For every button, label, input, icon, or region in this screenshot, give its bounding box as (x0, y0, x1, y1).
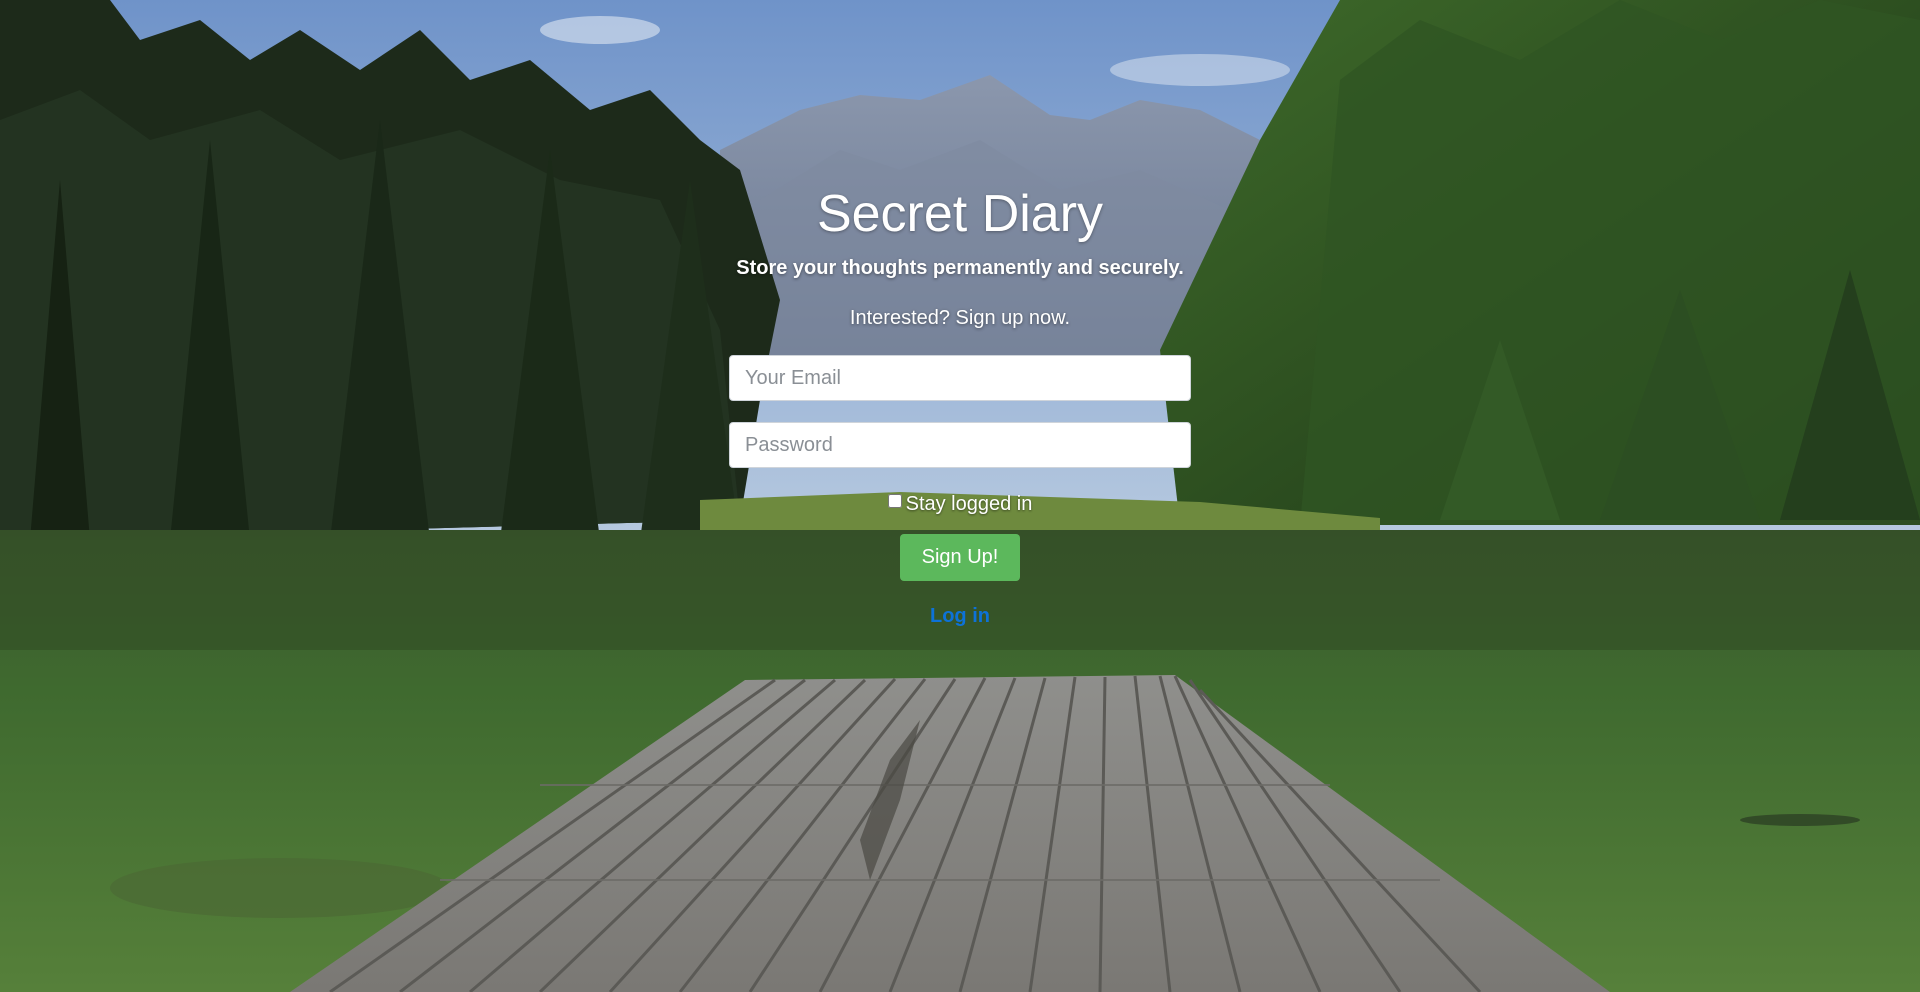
stay-logged-in-row: Stay logged in (0, 492, 1920, 516)
email-input[interactable] (729, 355, 1191, 401)
signup-panel: Secret Diary Store your thoughts permane… (0, 0, 1920, 992)
sign-up-button[interactable]: Sign Up! (900, 534, 1020, 581)
stay-logged-in-checkbox[interactable] (887, 494, 902, 508)
page-title: Secret Diary (816, 185, 1104, 243)
signup-prompt: Interested? Sign up now. (849, 307, 1071, 329)
password-input[interactable] (729, 422, 1191, 468)
page-tagline: Store your thoughts permanently and secu… (736, 257, 1184, 279)
stay-logged-in-label[interactable]: Stay logged in (906, 493, 1033, 515)
log-in-link[interactable]: Log in (0, 604, 1920, 628)
